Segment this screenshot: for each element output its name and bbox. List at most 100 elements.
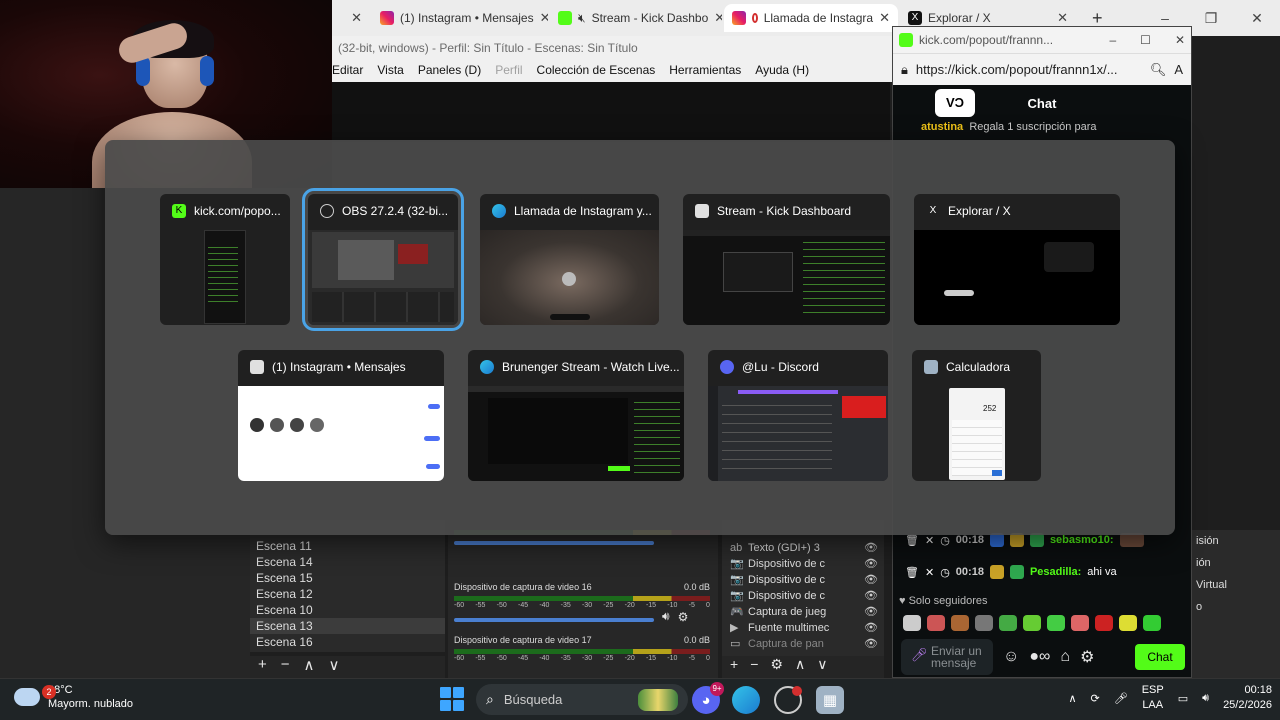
emote-icon[interactable] bbox=[951, 615, 969, 631]
close-icon[interactable]: ✕ bbox=[1057, 10, 1068, 26]
control-item[interactable]: o bbox=[1192, 596, 1280, 618]
move-up-button[interactable]: ∧ bbox=[795, 656, 805, 678]
emote-icon[interactable] bbox=[1023, 615, 1041, 631]
eye-icon[interactable]: 👁︎ bbox=[864, 604, 878, 620]
chat-send-button[interactable]: Chat bbox=[1135, 644, 1185, 670]
window-card-calculadora[interactable]: Calculadora 252 bbox=[912, 350, 1041, 481]
network-icon[interactable]: ▭ bbox=[1178, 692, 1188, 705]
emote-icon[interactable] bbox=[1143, 615, 1161, 631]
language-indicator[interactable]: ESP LAA bbox=[1142, 683, 1164, 713]
add-scene-button[interactable]: + bbox=[258, 656, 267, 678]
maximize-button[interactable]: ☐ bbox=[1140, 33, 1151, 47]
trash-icon[interactable]: 🗑︎ bbox=[905, 534, 919, 547]
volume-slider[interactable] bbox=[454, 617, 654, 622]
menu-ayuda[interactable]: Ayuda (H) bbox=[755, 63, 809, 82]
emote-icon[interactable] bbox=[999, 615, 1017, 631]
scene-item[interactable]: Escena 11 bbox=[250, 538, 445, 554]
maximize-button[interactable]: ❐ bbox=[1188, 0, 1234, 36]
move-down-button[interactable]: ∨ bbox=[817, 656, 827, 678]
emote-icon[interactable] bbox=[1119, 615, 1137, 631]
points-icon[interactable]: ●∞ bbox=[1029, 648, 1050, 666]
source-item[interactable]: ▶ Fuente multimec 👁︎ bbox=[722, 620, 884, 636]
timeout-icon[interactable]: ◷ bbox=[940, 566, 950, 579]
menu-herramientas[interactable]: Herramientas bbox=[669, 63, 741, 82]
source-settings-button[interactable]: ⚙ bbox=[770, 656, 783, 678]
microphone-icon[interactable]: 🎤︎ bbox=[911, 648, 928, 661]
close-button[interactable]: ✕ bbox=[1234, 0, 1280, 36]
add-source-button[interactable]: + bbox=[730, 656, 738, 678]
minimize-button[interactable]: – bbox=[1109, 33, 1116, 47]
reader-icon[interactable]: A bbox=[1174, 62, 1183, 77]
sync-icon[interactable]: ⟳ bbox=[1091, 692, 1100, 705]
source-item[interactable]: ▭ Captura de pan 👁︎ bbox=[722, 636, 884, 652]
start-button[interactable] bbox=[440, 687, 464, 711]
emoji-icon[interactable]: ☺ bbox=[1003, 648, 1019, 666]
window-card-kick-popout[interactable]: Kkick.com/popo... bbox=[160, 194, 290, 325]
window-card-brunenger-stream[interactable]: Brunenger Stream - Watch Live... bbox=[468, 350, 684, 481]
scene-item[interactable]: Escena 14 bbox=[250, 554, 445, 570]
clock[interactable]: 00:18 25/2/2026 bbox=[1223, 683, 1272, 713]
chevron-up-icon[interactable]: ∧ bbox=[1068, 692, 1076, 705]
move-up-button[interactable]: ∧ bbox=[304, 656, 315, 678]
chat-input[interactable]: 🎤︎ Enviar un mensaje bbox=[901, 639, 993, 675]
source-item[interactable]: 📷 Dispositivo de c 👁︎ bbox=[722, 572, 884, 588]
speaker-icon[interactable]: 🔊︎ bbox=[662, 609, 670, 624]
close-icon[interactable]: ✕ bbox=[714, 10, 722, 26]
eye-icon[interactable]: 👁︎ bbox=[864, 620, 878, 636]
volume-icon[interactable]: 🔊︎ bbox=[1202, 692, 1209, 705]
window-card-discord[interactable]: @Lu - Discord bbox=[708, 350, 888, 481]
eye-icon[interactable]: 👁︎ bbox=[864, 588, 878, 604]
move-down-button[interactable]: ∨ bbox=[329, 656, 340, 678]
gear-icon[interactable]: ⚙ bbox=[1080, 647, 1094, 667]
menu-coleccion-escenas[interactable]: Colección de Escenas bbox=[537, 63, 656, 82]
close-icon[interactable]: ✕ bbox=[879, 10, 890, 26]
timeout-icon[interactable]: ◷ bbox=[940, 534, 950, 547]
menu-editar[interactable]: Editar bbox=[332, 63, 363, 82]
close-icon[interactable]: ✕ bbox=[351, 10, 362, 26]
tab-close-partial[interactable]: ✕ bbox=[340, 4, 370, 32]
weather-widget[interactable]: 2 28°C Mayorm. nublado bbox=[14, 683, 133, 711]
scene-item-selected[interactable]: Escena 13 bbox=[250, 618, 445, 634]
eye-icon[interactable]: 👁︎ bbox=[864, 572, 878, 588]
eye-icon[interactable]: 👁︎ bbox=[864, 556, 878, 572]
ban-icon[interactable]: ✕ bbox=[925, 534, 934, 547]
scene-item[interactable]: Escena 15 bbox=[250, 570, 445, 586]
control-item[interactable]: isión bbox=[1192, 530, 1280, 552]
obs-taskbar-icon[interactable] bbox=[774, 686, 802, 714]
volume-slider[interactable] bbox=[454, 541, 654, 545]
eye-icon[interactable]: 👁︎ bbox=[864, 636, 878, 652]
emote-icon[interactable] bbox=[1095, 615, 1113, 631]
menu-vista[interactable]: Vista bbox=[377, 63, 403, 82]
edge-taskbar-icon[interactable] bbox=[732, 686, 760, 714]
control-item[interactable]: ión bbox=[1192, 552, 1280, 574]
remove-scene-button[interactable]: − bbox=[281, 656, 290, 678]
eye-icon[interactable]: 👁︎ bbox=[864, 540, 878, 556]
mute-icon[interactable]: 🔇︎ bbox=[578, 11, 586, 26]
tab-kick-dashboard[interactable]: 🔇︎ Stream - Kick Dashbo ✕ bbox=[550, 4, 722, 32]
window-card-explorar-x[interactable]: X Explorar / X bbox=[914, 194, 1120, 325]
menu-perfil[interactable]: Perfil bbox=[495, 63, 522, 82]
scene-item[interactable]: Escena 16 bbox=[250, 634, 445, 650]
ban-icon[interactable]: ✕ bbox=[925, 566, 934, 579]
tab-instagram-call[interactable]: Llamada de Instagra ✕ bbox=[724, 4, 898, 32]
window-card-instagram-messages[interactable]: (1) Instagram • Mensajes bbox=[238, 350, 444, 481]
message-user[interactable]: sebasmo10: bbox=[1050, 534, 1114, 546]
source-item[interactable]: ab Texto (GDI+) 3 👁︎ bbox=[722, 540, 884, 556]
emote-icon[interactable] bbox=[1047, 615, 1065, 631]
close-icon[interactable]: ✕ bbox=[540, 10, 548, 26]
trash-icon[interactable]: 🗑︎ bbox=[905, 566, 919, 579]
tab-instagram-messages[interactable]: (1) Instagram • Mensajes ✕ bbox=[372, 4, 548, 32]
source-item[interactable]: 🎮 Captura de jueg 👁︎ bbox=[722, 604, 884, 620]
window-card-instagram-call[interactable]: Llamada de Instagram y... bbox=[480, 194, 659, 325]
control-item[interactable]: Virtual bbox=[1192, 574, 1280, 596]
address-bar[interactable]: 🔒︎ https://kick.com/popout/frannn1x/... … bbox=[893, 53, 1191, 85]
remove-source-button[interactable]: − bbox=[750, 656, 758, 678]
emote-icon[interactable] bbox=[927, 615, 945, 631]
scene-item[interactable]: Escena 10 bbox=[250, 602, 445, 618]
taskbar-search[interactable]: ⌕ Búsqueda bbox=[476, 684, 688, 715]
source-item[interactable]: 📷 Dispositivo de c 👁︎ bbox=[722, 556, 884, 572]
calculator-taskbar-icon[interactable]: ▦ bbox=[816, 686, 844, 714]
scene-item[interactable]: Escena 12 bbox=[250, 586, 445, 602]
gear-icon[interactable]: ⚙ bbox=[678, 610, 689, 624]
message-user[interactable]: Pesadilla: bbox=[1030, 566, 1081, 578]
